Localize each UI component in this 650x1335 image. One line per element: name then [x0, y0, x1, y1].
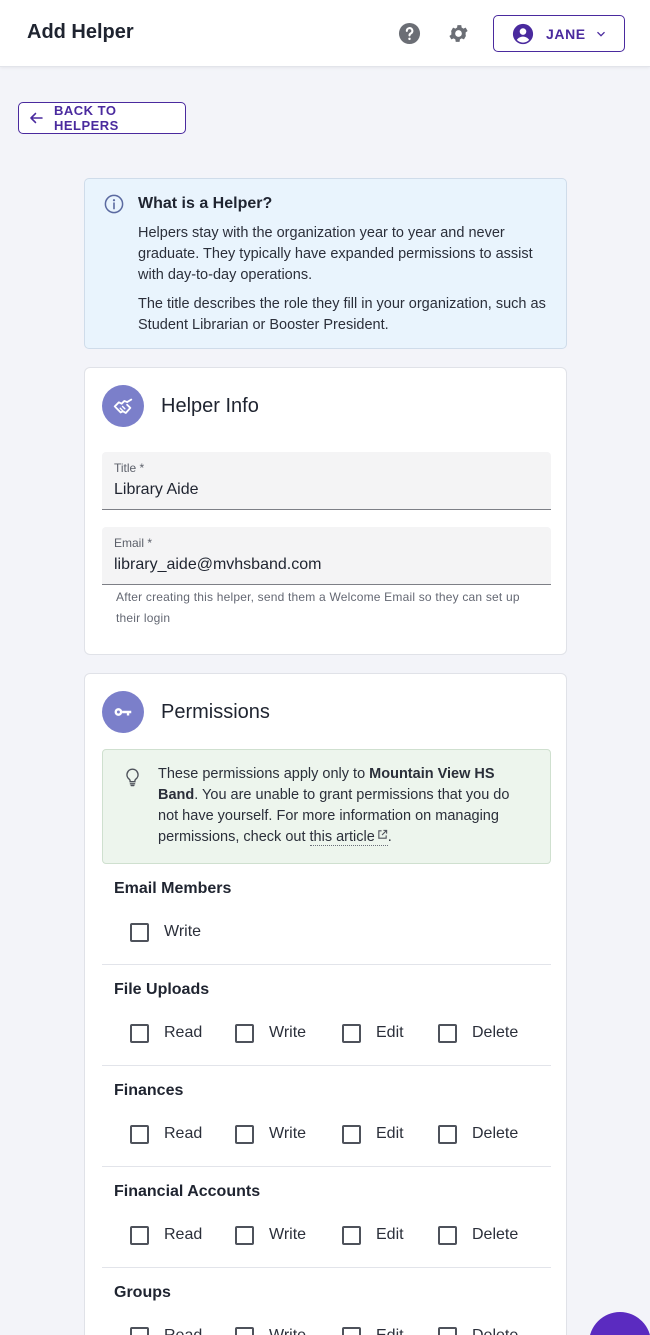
back-to-helpers-label: BACK TO HELPERS: [53, 103, 119, 133]
user-name: JANE: [546, 25, 586, 42]
checkbox-edit[interactable]: Edit: [342, 1021, 404, 1045]
user-menu-button[interactable]: JANE: [493, 15, 625, 52]
checkbox-box[interactable]: [342, 1225, 361, 1245]
checkbox-box[interactable]: [130, 922, 149, 942]
checkbox-box[interactable]: [438, 1225, 457, 1245]
checkbox-box[interactable]: [342, 1124, 361, 1144]
checkbox-write[interactable]: Write: [235, 1021, 306, 1045]
checkbox-delete[interactable]: Delete: [438, 1122, 518, 1146]
title-field-label: Title *: [114, 461, 145, 475]
help-circle-icon[interactable]: [398, 22, 421, 45]
checkbox-write[interactable]: Write: [235, 1324, 306, 1335]
callout-paragraph: The title describes the role they fill i…: [138, 296, 546, 333]
permission-group-name: File Uploads: [114, 981, 210, 998]
checkbox-box[interactable]: [235, 1225, 254, 1245]
account-circle-icon: [512, 23, 534, 44]
email-field-value: library_aide@mvhsband.com: [114, 556, 322, 573]
card-title: Permissions: [161, 701, 270, 723]
divider: [102, 1267, 551, 1268]
checkbox-box[interactable]: [342, 1326, 361, 1335]
permission-group-name: Finances: [114, 1082, 184, 1099]
arrow-left-icon: [30, 112, 43, 124]
permission-group-name: Financial Accounts: [114, 1183, 261, 1200]
checkbox-box[interactable]: [438, 1023, 457, 1043]
checkbox-box[interactable]: [130, 1326, 149, 1335]
divider: [102, 1166, 551, 1167]
permissions-card: Permissions These permissions apply only…: [84, 673, 567, 1335]
callout-paragraph: Helpers stay with the organization year …: [138, 225, 533, 283]
back-to-helpers-button[interactable]: BACK TO HELPERS: [18, 102, 186, 134]
email-hint: After creating this helper, send them a …: [116, 590, 520, 625]
checkbox-delete[interactable]: Delete: [438, 1021, 518, 1045]
page-title: Add Helper: [27, 21, 134, 43]
checkbox-edit[interactable]: Edit: [342, 1223, 404, 1247]
divider: [102, 964, 551, 965]
helper-info-card: Helper Info Title * Library Aide Email *…: [84, 367, 567, 655]
helper-info-callout: What is a Helper? Helpers stay with the …: [84, 178, 567, 349]
chat-fab-button[interactable]: [589, 1312, 650, 1335]
checkbox-edit[interactable]: Edit: [342, 1122, 404, 1146]
chevron-down-icon: [597, 31, 605, 37]
gear-icon[interactable]: [447, 22, 470, 45]
app-header: Add Helper JANE: [0, 0, 650, 67]
permission-group-name: Email Members: [114, 880, 232, 897]
permissions-tip-text: These permissions apply only to Mountain…: [158, 766, 510, 846]
checkbox-box[interactable]: [130, 1124, 149, 1144]
email-field[interactable]: Email * library_aide@mvhsband.com: [102, 527, 551, 585]
permissions-tip: These permissions apply only to Mountain…: [102, 749, 551, 864]
checkbox-box[interactable]: [438, 1124, 457, 1144]
checkbox-box[interactable]: [235, 1023, 254, 1043]
checkbox-edit[interactable]: Edit: [342, 1324, 404, 1335]
checkbox-write[interactable]: Write: [235, 1122, 306, 1146]
checkbox-box[interactable]: [235, 1124, 254, 1144]
checkbox-delete[interactable]: Delete: [438, 1223, 518, 1247]
checkbox-read[interactable]: Read: [130, 1021, 202, 1045]
key-icon: [102, 691, 144, 733]
external-link-icon: [378, 829, 387, 839]
checkbox-write[interactable]: Write: [130, 920, 201, 944]
checkbox-delete[interactable]: Delete: [438, 1324, 518, 1335]
checkbox-box[interactable]: [130, 1225, 149, 1245]
title-field[interactable]: Title * Library Aide: [102, 452, 551, 510]
info-icon: [104, 194, 124, 214]
card-title: Helper Info: [161, 395, 259, 417]
checkbox-read[interactable]: Read: [130, 1122, 202, 1146]
checkbox-read[interactable]: Read: [130, 1223, 202, 1247]
checkbox-box[interactable]: [438, 1326, 457, 1335]
email-field-label: Email *: [114, 536, 153, 550]
callout-heading: What is a Helper?: [138, 195, 273, 212]
help-article-link[interactable]: this article: [309, 829, 388, 846]
checkbox-read[interactable]: Read: [130, 1324, 202, 1335]
divider: [102, 1065, 551, 1066]
title-field-value: Library Aide: [114, 481, 199, 498]
checkbox-box[interactable]: [342, 1023, 361, 1043]
checkbox-write[interactable]: Write: [235, 1223, 306, 1247]
handshake-icon: [102, 385, 144, 427]
checkbox-box[interactable]: [130, 1023, 149, 1043]
checkbox-box[interactable]: [235, 1326, 254, 1335]
lightbulb-icon: [126, 768, 139, 787]
permission-group-name: Groups: [114, 1284, 171, 1301]
